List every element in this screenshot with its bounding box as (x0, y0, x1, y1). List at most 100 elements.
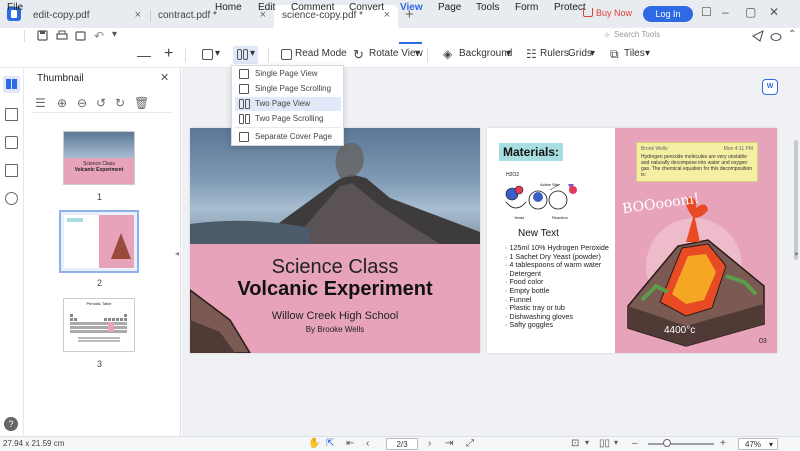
page-thumbnail-1[interactable]: Science Class Volcanic Experiment (63, 131, 135, 185)
fit-page-icon[interactable] (202, 49, 213, 60)
expand-panel-arrow-icon[interactable]: ▸ (795, 249, 799, 258)
undo-icon[interactable]: ↶ (94, 29, 104, 43)
hand-tool-icon[interactable]: ✋ (308, 438, 320, 449)
two-scroll-icon-right (245, 114, 250, 124)
comment-icon[interactable] (5, 136, 18, 149)
share-icon[interactable] (75, 30, 87, 42)
fit-page-status-icon[interactable]: ⊡ (571, 438, 579, 449)
rotate-left-icon[interactable]: ↺ (96, 96, 106, 110)
materials-list: 125ml 10% Hydrogen Peroxide 1 Sachet Dry… (505, 243, 609, 330)
periodic-table-graphic (70, 314, 127, 342)
tab-contract[interactable]: contract.pdf * × (150, 5, 274, 28)
help-icon[interactable]: ? (4, 417, 18, 431)
thumbnail-options-icon[interactable]: ☰ (35, 96, 46, 110)
rotate-dropdown-icon[interactable]: ▾ (415, 48, 420, 59)
delete-page-icon[interactable]: 🗑 (134, 96, 149, 110)
minimize-icon[interactable]: – (722, 5, 729, 19)
tiles-button[interactable]: Tiles (624, 48, 645, 59)
buy-now-link[interactable]: Buy Now (596, 8, 632, 18)
print-icon[interactable] (56, 30, 68, 42)
next-page-icon[interactable]: › (428, 438, 431, 449)
login-button[interactable]: Log In (643, 6, 693, 22)
cloud-upload-icon[interactable] (770, 30, 782, 42)
grids-dropdown-icon[interactable]: ▾ (590, 48, 595, 59)
feedback-icon[interactable]: ☐ (701, 5, 712, 19)
attachment-icon[interactable] (5, 164, 18, 177)
page-layout-icon[interactable]: ▯▯ (599, 438, 610, 449)
read-mode-icon (281, 49, 292, 60)
background-dropdown-icon[interactable]: ▾ (506, 48, 511, 59)
tiles-dropdown-icon[interactable]: ▾ (645, 48, 650, 59)
first-page-icon[interactable]: ⇤ (346, 438, 354, 449)
ai-assistant-icon[interactable]: W (762, 79, 778, 95)
thumbnail-panel-icon[interactable] (6, 79, 11, 89)
dropdown-two-page-view[interactable]: Two Page View (235, 97, 341, 111)
fit-dropdown-icon[interactable]: ▾ (585, 438, 589, 447)
read-mode-button[interactable]: Read Mode (295, 48, 347, 59)
collapse-panel-arrow-icon[interactable]: ◂ (175, 249, 179, 258)
dropdown-single-page-scrolling[interactable]: Single Page Scrolling (235, 82, 341, 96)
bookmark-icon[interactable] (5, 108, 18, 121)
dropdown-item-label: Two Page Scrolling (255, 114, 324, 123)
zoom-in-icon[interactable]: + (164, 45, 173, 63)
tab-edit-copy[interactable]: edit-copy.pdf × (25, 5, 149, 28)
menu-form[interactable]: Form (515, 2, 538, 13)
thumb-zoom-out-icon[interactable]: ⊖ (77, 96, 87, 110)
thumb-zoom-in-icon[interactable]: ⊕ (57, 96, 67, 110)
page-display-dropdown-icon[interactable]: ▾ (250, 48, 255, 59)
menu-file[interactable]: File (7, 2, 23, 13)
quick-access-dropdown-icon[interactable]: ▾ (112, 29, 117, 40)
grids-button[interactable]: Grids (568, 48, 592, 59)
maximize-icon[interactable]: ▢ (745, 5, 756, 19)
dropdown-separate-cover-page[interactable]: Separate Cover Page (235, 130, 341, 144)
menu-tools[interactable]: Tools (476, 2, 499, 13)
collapse-ribbon-icon[interactable]: ⌃ (788, 29, 796, 40)
new-text-label[interactable]: New Text (518, 228, 559, 239)
background-button[interactable]: Background (459, 48, 512, 59)
menu-comment[interactable]: Comment (291, 2, 334, 13)
menu-protect[interactable]: Protect (554, 2, 586, 13)
window-close-icon[interactable]: ✕ (769, 5, 779, 19)
zoom-out-icon[interactable]: — (137, 47, 151, 63)
menu-page[interactable]: Page (438, 2, 461, 13)
scrollbar-thumb[interactable] (794, 140, 798, 260)
single-scroll-icon (239, 84, 249, 94)
select-tool-icon[interactable]: ⇱ (326, 438, 334, 449)
last-page-icon[interactable]: ⇥ (445, 438, 453, 449)
prev-page-icon[interactable]: ‹ (366, 438, 369, 449)
menu-view[interactable]: View (400, 2, 423, 13)
close-icon[interactable]: × (384, 9, 390, 21)
rulers-button[interactable]: Rulers (540, 48, 569, 59)
zoom-slider-handle[interactable] (663, 439, 671, 447)
close-icon[interactable]: ✕ (160, 71, 169, 84)
zoom-level-select[interactable]: 47% ▾ (738, 438, 778, 450)
page-thumbnail-3[interactable]: Periodic Table (63, 298, 135, 352)
layout-dropdown-icon[interactable]: ▾ (614, 438, 618, 447)
zoom-in-status-icon[interactable]: + (720, 438, 726, 449)
school-name: Willow Creek High School (271, 310, 399, 322)
fit-dropdown-icon[interactable]: ▾ (215, 48, 220, 59)
page-thumbnail-2[interactable] (59, 210, 139, 273)
cover-page-icon (239, 132, 249, 142)
zoom-out-status-icon[interactable]: – (632, 438, 638, 449)
search-icon[interactable] (5, 192, 18, 205)
close-icon[interactable]: × (135, 9, 141, 21)
zoom-slider[interactable] (648, 443, 714, 445)
menu-convert[interactable]: Convert (349, 2, 384, 13)
fit-width-icon[interactable]: ⤢ (466, 438, 474, 449)
rotate-icon: ↻ (353, 47, 364, 62)
search-tools-input[interactable]: Search Tools (614, 30, 660, 39)
save-icon[interactable] (37, 30, 49, 42)
send-icon[interactable] (752, 30, 764, 42)
sticky-note[interactable]: Brook Wells Mon 4:11 PM Hydrogen peroxid… (636, 142, 758, 182)
dropdown-item-label: Separate Cover Page (255, 132, 332, 141)
dropdown-single-page-view[interactable]: Single Page View (235, 67, 341, 81)
page-total: /3 (400, 440, 408, 449)
thumb-volcano (111, 233, 131, 259)
rotate-right-icon[interactable]: ↻ (115, 96, 125, 110)
dropdown-two-page-scrolling[interactable]: Two Page Scrolling (235, 112, 341, 126)
page-number-input[interactable]: 2/3 (386, 438, 418, 450)
menu-home[interactable]: Home (215, 2, 242, 13)
menu-edit[interactable]: Edit (258, 2, 275, 13)
h2o2-label: H2O2 (506, 172, 520, 178)
